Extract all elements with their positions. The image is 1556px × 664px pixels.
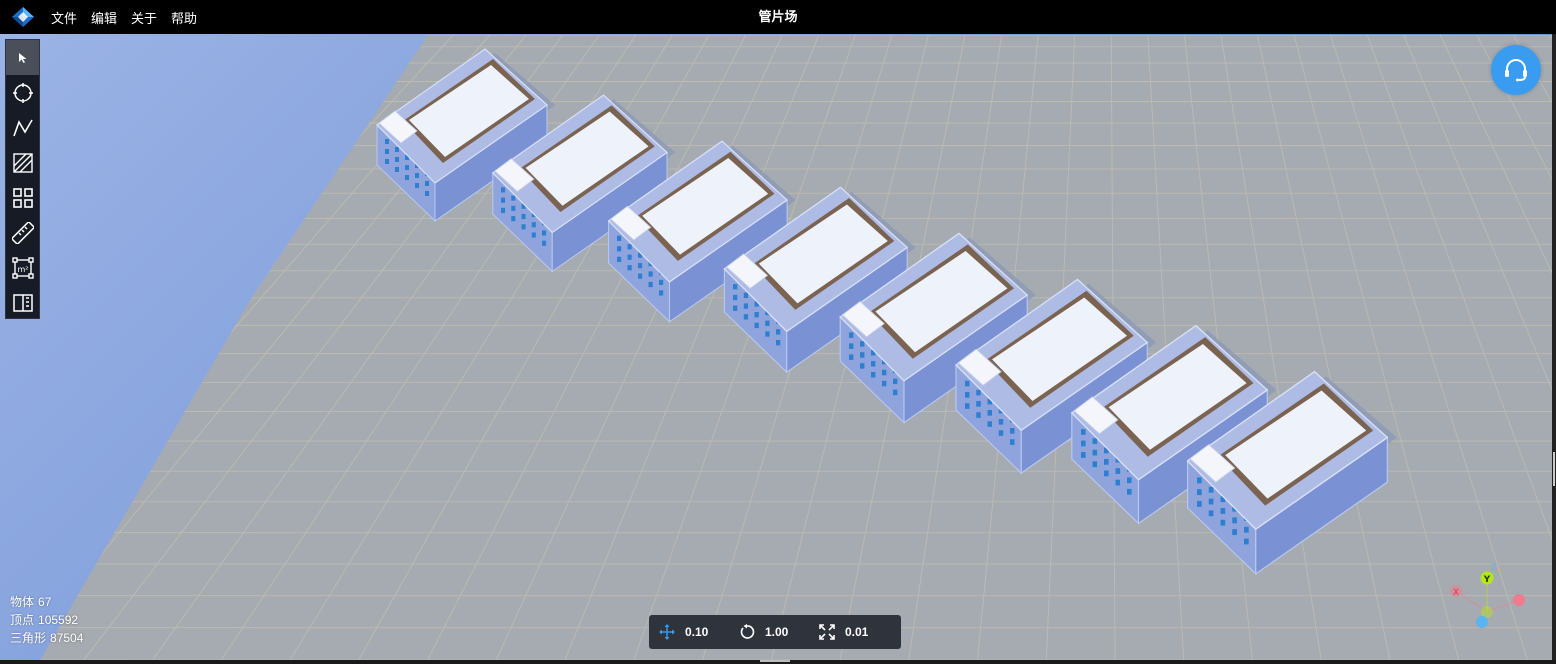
circle-tool[interactable] [6,75,39,110]
crosshair-circle-icon [12,82,33,103]
app-logo-icon [12,7,34,27]
object-count: 物体 67 [10,595,52,609]
main-menu: 文件 编辑 关于 帮助 [51,0,211,34]
area-measure-tool[interactable]: m² [6,250,39,285]
triangle-count-value: 87504 [50,631,84,645]
object-count-value: 67 [38,595,52,609]
scene-stats: 物体 67 顶点 105592 三角形 87504 [10,593,87,647]
split-panel-icon [12,293,33,312]
measure-tool[interactable] [6,215,39,250]
select-tool[interactable] [6,40,39,75]
vertex-count: 顶点 105592 [10,613,79,627]
scale-expand-icon [819,624,835,640]
menu-about[interactable]: 关于 [131,8,157,27]
menu-bar: 文件 编辑 关于 帮助 管片场 [0,0,1556,34]
four-squares-icon [12,187,33,208]
headset-icon [1505,59,1527,82]
transform-step-panel: 0.10 1.00 0.01 [649,615,901,649]
vertex-count-value: 105592 [38,613,79,627]
hatched-square-icon [12,152,33,173]
area-hatch-tool[interactable] [6,145,39,180]
menu-edit[interactable]: 编辑 [91,8,117,27]
grid-view-tool[interactable] [6,180,39,215]
polyline-tool[interactable] [6,110,39,145]
customer-service-button[interactable] [1491,45,1541,95]
bottom-panel-handle[interactable] [760,660,790,662]
axis-gizmo[interactable]: X Y Z [1440,560,1530,632]
axis-x-label: X [1453,588,1459,598]
axis-x-positive[interactable] [1513,594,1525,606]
ruler-icon [11,221,34,244]
rotate-icon [740,624,755,639]
triangle-count: 三角形 87504 [10,631,84,645]
scale-step[interactable]: 0.01 [809,615,889,649]
axis-z-positive[interactable] [1476,616,1488,628]
axis-z-label: Z [1491,563,1497,573]
rotate-step[interactable]: 1.00 [729,615,809,649]
polyline-icon [12,119,33,136]
svg-text:m²: m² [17,265,28,274]
move-arrows-icon [659,624,675,640]
document-title: 管片场 [758,9,798,24]
move-step-value: 0.10 [685,625,709,639]
scene-canvas[interactable] [0,34,1552,660]
section-tool[interactable] [6,285,39,320]
axis-y-label: Y [1483,575,1491,585]
3d-viewport[interactable] [0,34,1552,660]
scale-step-value: 0.01 [845,625,869,639]
menu-help[interactable]: 帮助 [171,8,197,27]
menu-file[interactable]: 文件 [51,8,77,27]
cursor-arrow-icon [18,52,26,63]
viewport-right-edge [1552,34,1556,664]
rotate-step-value: 1.00 [765,625,789,639]
move-step[interactable]: 0.10 [649,615,729,649]
square-meter-icon: m² [11,256,34,279]
left-toolbar: m² [5,39,40,319]
side-panel-handle[interactable] [1553,452,1555,486]
